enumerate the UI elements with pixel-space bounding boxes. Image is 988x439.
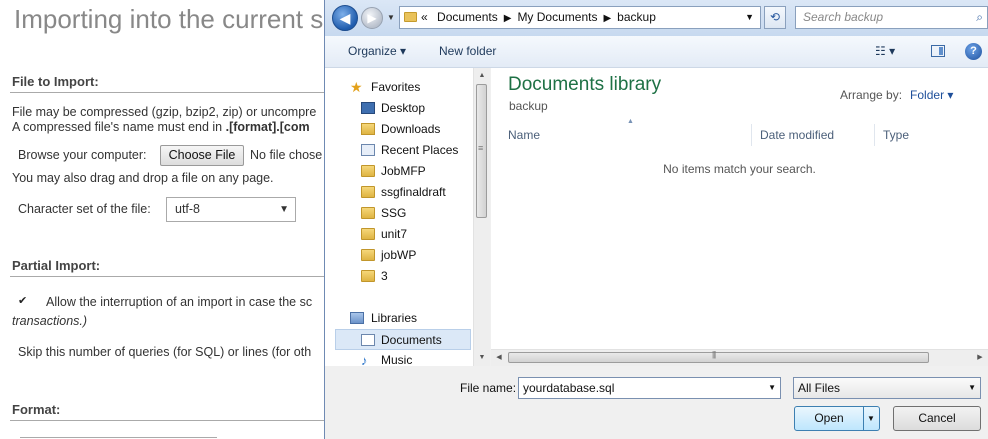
music-icon: ♪	[361, 353, 368, 368]
column-header-name[interactable]: Name	[491, 124, 752, 146]
nav-item-unit7[interactable]: unit7	[325, 224, 475, 245]
compressed-name-note: A compressed file's name must end in .[f…	[12, 120, 310, 134]
nav-item-desktop[interactable]: Desktop	[325, 98, 475, 119]
allow-interrupt-checkbox[interactable]: ✔	[18, 295, 29, 306]
section-divider	[10, 276, 330, 277]
no-file-chosen-text: No file chose	[250, 148, 323, 162]
charset-select[interactable]: utf-8 ▼	[166, 197, 296, 222]
scroll-thumb[interactable]	[508, 350, 929, 363]
folder-icon	[361, 228, 375, 240]
command-bar: Organize ▾ New folder ☷ ▾ ?	[325, 36, 988, 68]
file-name-input[interactable]: yourdatabase.sql ▼	[518, 377, 781, 399]
folder-icon	[361, 165, 375, 177]
chevron-down-icon: ▼	[279, 204, 289, 215]
open-file-dialog: ◀ ▶ ▼ « Documents ▶ My Documents ▶ backup ▼ …	[324, 0, 988, 439]
nav-item-documents[interactable]: Documents	[335, 329, 471, 350]
allow-interrupt-label: Allow the interruption of an import in c…	[46, 295, 313, 309]
skip-queries-label: Skip this number of queries (for SQL) or…	[18, 345, 312, 359]
back-arrow-icon[interactable]: ◀	[332, 5, 358, 31]
drag-drop-hint: You may also drag and drop a file on any…	[12, 171, 274, 185]
arrange-by-dropdown[interactable]: Folder ▾	[910, 88, 953, 102]
recent-places-icon	[361, 144, 375, 156]
nav-item-jobmfp[interactable]: JobMFP	[325, 161, 475, 182]
scroll-left-icon[interactable]: ◀	[491, 350, 507, 366]
breadcrumb-overflow[interactable]: «	[421, 10, 428, 24]
format-heading: Format:	[12, 402, 61, 417]
cancel-button[interactable]: Cancel	[893, 406, 981, 431]
nav-scrollbar[interactable]: ▲ ▼	[473, 68, 490, 366]
nav-item-music[interactable]: ♪ Music	[325, 350, 475, 371]
nav-item-3[interactable]: 3	[325, 266, 475, 287]
charset-label: Character set of the file:	[18, 202, 151, 216]
folder-icon	[404, 12, 417, 22]
breadcrumb-item-backup[interactable]: backup	[617, 10, 656, 24]
section-divider	[10, 92, 330, 93]
nav-item-downloads[interactable]: Downloads	[325, 119, 475, 140]
libraries-icon	[350, 312, 364, 324]
new-folder-button[interactable]: New folder	[439, 44, 496, 58]
partial-import-heading: Partial Import:	[12, 258, 101, 273]
desktop-icon	[361, 102, 375, 114]
file-to-import-heading: File to Import:	[12, 74, 99, 89]
breadcrumb[interactable]: « Documents ▶ My Documents ▶ backup ▼	[399, 6, 761, 29]
forward-arrow-icon[interactable]: ▶	[361, 7, 383, 29]
compression-note: File may be compressed (gzip, bzip2, zip…	[12, 105, 317, 119]
section-divider	[10, 420, 330, 421]
navigation-pane: ★ Favorites Desktop Downloads Recent Plac…	[325, 68, 490, 367]
library-subtitle: backup	[509, 99, 548, 113]
chevron-down-icon[interactable]: ▼	[768, 378, 776, 398]
nav-item-recent-places[interactable]: Recent Places	[325, 140, 475, 161]
choose-file-button[interactable]: Choose File	[160, 145, 244, 166]
column-header-date-modified[interactable]: Date modified	[752, 124, 875, 146]
nav-libraries[interactable]: Libraries	[325, 308, 475, 329]
folder-icon	[361, 249, 375, 261]
file-name-label: File name:	[460, 381, 517, 395]
search-input[interactable]: Search backup ⌕	[795, 6, 988, 29]
nav-item-jobwp[interactable]: jobWP	[325, 245, 475, 266]
page-title: Importing into the current s	[14, 4, 324, 34]
nav-item-ssgfinaldraft[interactable]: ssgfinaldraft	[325, 182, 475, 203]
preview-pane-icon[interactable]	[931, 45, 945, 57]
file-type-select[interactable]: All Files ▼	[793, 377, 981, 399]
transactions-note: transactions.)	[12, 314, 88, 328]
scroll-thumb[interactable]	[476, 84, 487, 218]
search-icon[interactable]: ⌕	[976, 7, 983, 28]
breadcrumb-separator-icon[interactable]: ▶	[504, 13, 512, 24]
documents-icon	[361, 334, 375, 346]
format-select-edge	[20, 437, 217, 438]
scroll-down-icon[interactable]: ▼	[474, 350, 490, 366]
arrange-by-label: Arrange by:	[840, 88, 903, 102]
breadcrumb-separator-icon[interactable]: ▶	[603, 13, 611, 24]
empty-results-message: No items match your search.	[663, 162, 816, 176]
open-button[interactable]: Open ▼	[794, 406, 880, 431]
views-icon[interactable]: ☷ ▾	[875, 44, 895, 58]
address-bar: ◀ ▶ ▼ « Documents ▶ My Documents ▶ backup ▼ …	[325, 0, 988, 36]
organize-button[interactable]: Organize ▾	[348, 44, 406, 58]
folder-icon	[361, 207, 375, 219]
browse-label: Browse your computer:	[18, 148, 147, 162]
recent-locations-dropdown[interactable]: ▼	[387, 13, 395, 22]
downloads-folder-icon	[361, 123, 375, 135]
folder-icon	[361, 186, 375, 198]
chevron-down-icon[interactable]: ▼	[968, 378, 976, 398]
file-list-pane: Documents library backup Arrange by: Fold…	[491, 68, 988, 366]
help-icon[interactable]: ?	[965, 43, 982, 60]
arrange-by: Arrange by: Folder ▾	[840, 88, 953, 102]
star-icon: ★	[350, 79, 363, 95]
horizontal-scrollbar[interactable]: ◀ ▶	[491, 349, 988, 366]
breadcrumb-item-documents[interactable]: Documents	[437, 10, 498, 24]
column-header-type[interactable]: Type	[875, 124, 988, 146]
breadcrumb-item-my-documents[interactable]: My Documents	[517, 10, 597, 24]
scroll-up-icon[interactable]: ▲	[474, 68, 490, 84]
refresh-icon[interactable]: ⟲	[764, 6, 786, 29]
folder-icon	[361, 270, 375, 282]
library-title: Documents library	[508, 74, 662, 95]
address-dropdown-icon[interactable]: ▼	[745, 7, 754, 28]
scroll-right-icon[interactable]: ▶	[972, 350, 988, 366]
nav-favorites[interactable]: ★ Favorites	[325, 77, 475, 98]
nav-item-ssg[interactable]: SSG	[325, 203, 475, 224]
open-dropdown-icon[interactable]: ▼	[867, 407, 875, 430]
